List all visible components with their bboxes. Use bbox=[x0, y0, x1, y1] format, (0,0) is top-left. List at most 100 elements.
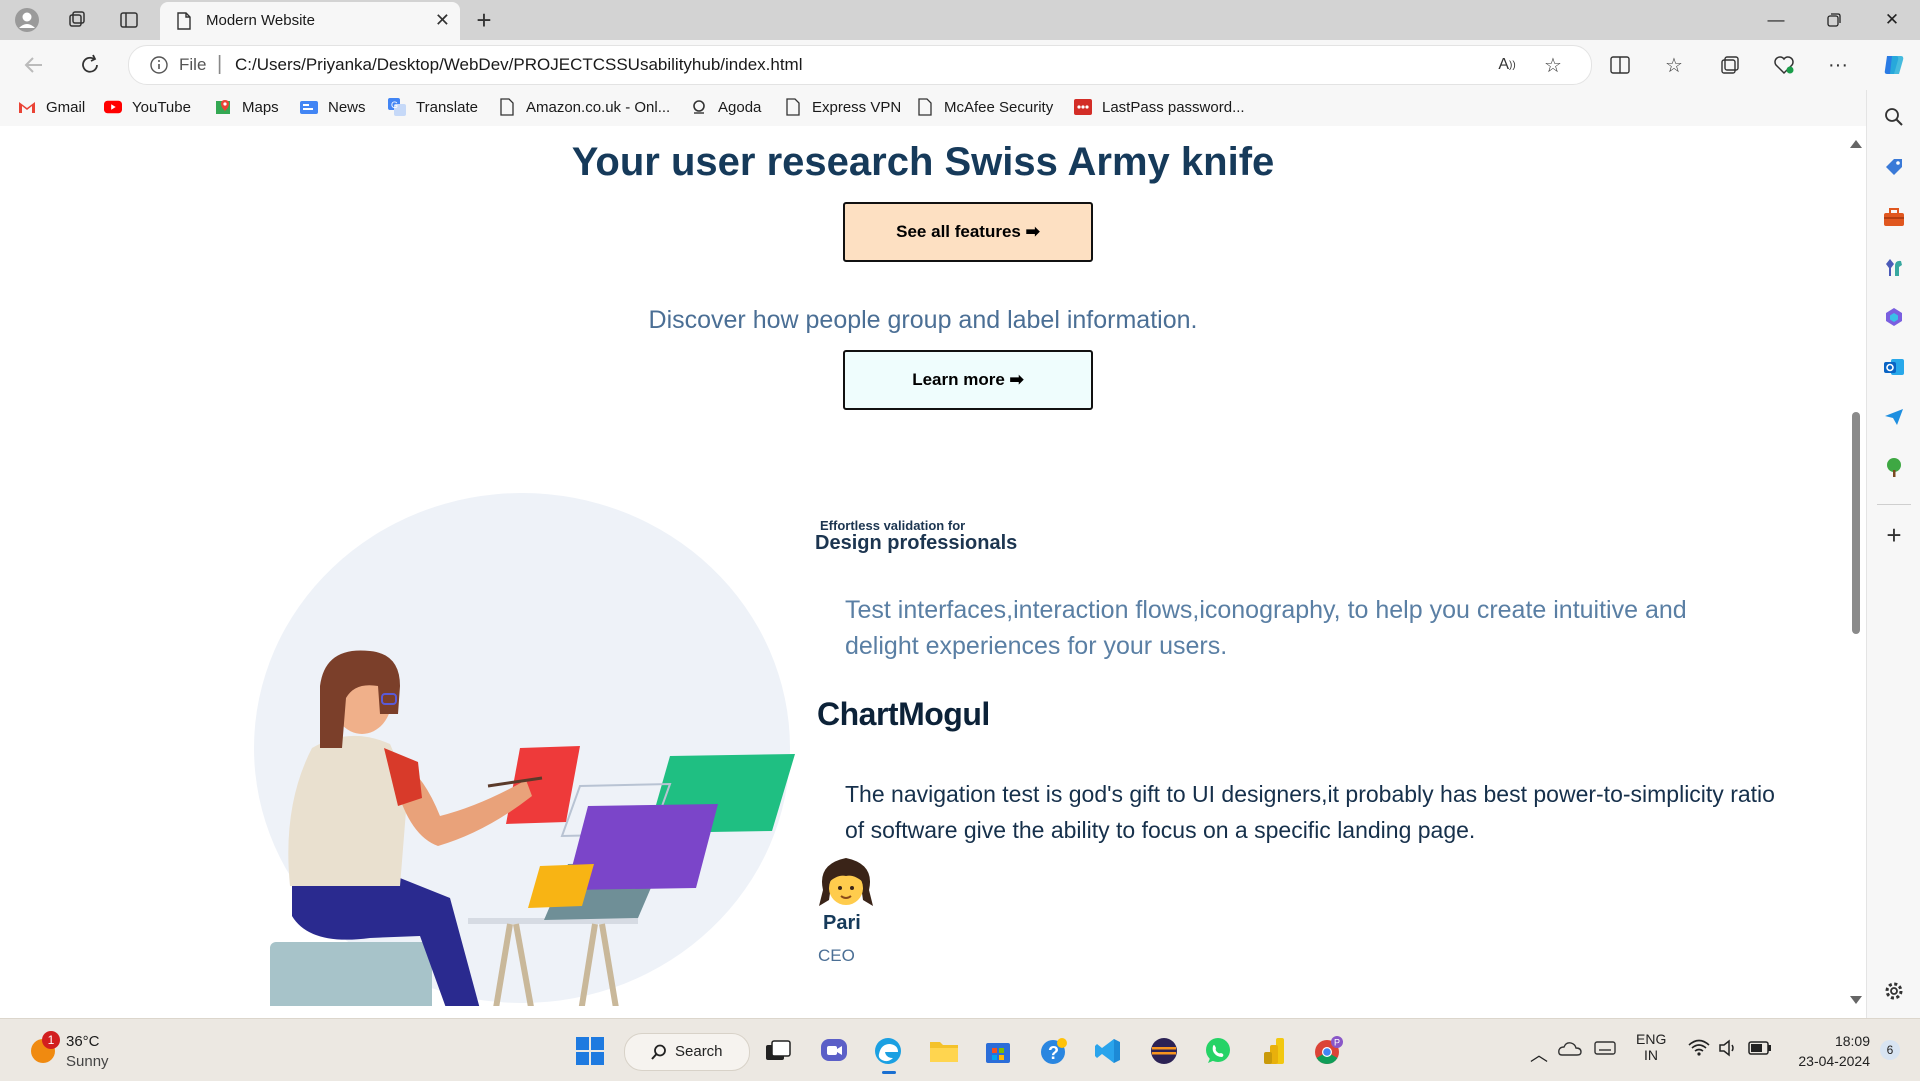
section-description: Test interfaces,interaction flows,iconog… bbox=[845, 596, 1687, 660]
clock-time: 18:09 bbox=[1834, 1033, 1870, 1049]
browser-title-bar: Modern Website ✕ + — ✕ bbox=[0, 0, 1920, 40]
games-icon[interactable] bbox=[1879, 252, 1909, 282]
weather-text: Sunny bbox=[66, 1053, 109, 1070]
favorites-icon[interactable]: ☆ bbox=[1656, 48, 1692, 82]
search-icon[interactable] bbox=[1879, 102, 1909, 132]
maps-icon bbox=[214, 98, 232, 116]
tree-icon[interactable] bbox=[1879, 452, 1909, 482]
vscode-icon[interactable] bbox=[1090, 1033, 1126, 1069]
section-headline: Design professionals bbox=[815, 532, 1018, 554]
hero-title: Your user research Swiss Army knife bbox=[571, 140, 1275, 184]
navigation-bar: File | C:/Users/Priyanka/Desktop/WebDev/… bbox=[0, 40, 1920, 90]
page-icon bbox=[177, 12, 191, 30]
language-indicator[interactable]: ENG IN bbox=[1636, 1031, 1666, 1063]
send-icon[interactable] bbox=[1879, 402, 1909, 432]
refresh-icon[interactable] bbox=[72, 48, 108, 82]
volume-icon[interactable] bbox=[1718, 1039, 1740, 1057]
whatsapp-icon[interactable] bbox=[1200, 1033, 1236, 1069]
vertical-tabs-icon[interactable] bbox=[114, 6, 144, 34]
teams-meet-icon[interactable] bbox=[816, 1033, 852, 1069]
testimonial-quote: The navigation test is god's gift to UI … bbox=[845, 781, 1775, 843]
page-icon bbox=[784, 98, 802, 116]
url-text[interactable]: C:/Users/Priyanka/Desktop/WebDev/PROJECT… bbox=[235, 55, 803, 75]
info-icon[interactable] bbox=[149, 55, 169, 75]
shopping-tag-icon[interactable] bbox=[1879, 152, 1909, 182]
address-bar[interactable]: File | C:/Users/Priyanka/Desktop/WebDev/… bbox=[128, 45, 1592, 85]
keyboard-icon[interactable] bbox=[1594, 1039, 1616, 1057]
news-icon bbox=[300, 98, 318, 116]
eyebrow-text: Effortless validation for bbox=[820, 518, 966, 533]
bookmark-maps[interactable]: Maps bbox=[214, 98, 279, 116]
bookmark-youtube[interactable]: YouTube bbox=[104, 98, 191, 116]
clock[interactable]: 18:09 23-04-2024 bbox=[1780, 1031, 1870, 1071]
workspaces-icon[interactable] bbox=[62, 6, 92, 34]
weather-temp: 36°C bbox=[66, 1033, 100, 1050]
bookmark-news[interactable]: News bbox=[300, 98, 366, 116]
bookmark-agoda[interactable]: Agoda bbox=[690, 98, 761, 116]
onedrive-icon[interactable] bbox=[1558, 1039, 1582, 1059]
split-screen-icon[interactable] bbox=[1602, 48, 1638, 82]
edge-browser-icon[interactable] bbox=[870, 1033, 906, 1074]
help-icon[interactable]: ? bbox=[1036, 1033, 1072, 1069]
taskbar: 1 36°C Sunny Search ? P ︿ ENG IN 18:09 2… bbox=[0, 1018, 1920, 1081]
profile-icon[interactable] bbox=[12, 6, 42, 34]
taskbar-search[interactable]: Search bbox=[624, 1033, 750, 1071]
collections-icon[interactable] bbox=[1712, 48, 1748, 82]
scheme-label: File bbox=[179, 55, 207, 74]
page-icon bbox=[916, 98, 934, 116]
weather-widget[interactable]: 1 36°C Sunny bbox=[24, 1031, 154, 1073]
eclipse-icon[interactable] bbox=[1146, 1033, 1182, 1069]
favorite-star-icon[interactable]: ☆ bbox=[1535, 48, 1571, 82]
bookmark-amazon[interactable]: Amazon.co.uk - Onl... bbox=[498, 98, 670, 116]
browser-essentials-icon[interactable] bbox=[1766, 48, 1802, 82]
brand-logo: ChartMogul bbox=[817, 696, 990, 732]
wifi-icon[interactable] bbox=[1688, 1039, 1710, 1057]
avatar bbox=[819, 858, 873, 906]
task-view-icon[interactable] bbox=[760, 1033, 796, 1069]
youtube-icon bbox=[104, 98, 122, 116]
browser-tab[interactable]: Modern Website ✕ bbox=[160, 2, 460, 40]
more-options-icon[interactable]: ··· bbox=[1820, 48, 1856, 82]
translate-icon: G bbox=[388, 98, 406, 116]
microsoft-365-icon[interactable] bbox=[1879, 302, 1909, 332]
bookmark-express-vpn[interactable]: Express VPN bbox=[784, 98, 901, 116]
svg-text:?: ? bbox=[1048, 1043, 1059, 1063]
back-icon[interactable] bbox=[16, 48, 52, 82]
tools-briefcase-icon[interactable] bbox=[1879, 202, 1909, 232]
chevron-up-icon[interactable]: ︿ bbox=[1530, 1041, 1548, 1067]
see-all-features-button[interactable]: See all features ➡ bbox=[843, 202, 1093, 262]
bookmark-translate[interactable]: G Translate bbox=[388, 98, 478, 116]
notification-badge[interactable]: 6 bbox=[1880, 1040, 1900, 1060]
page-viewport: Your user research Swiss Army knife See … bbox=[0, 126, 1866, 1018]
read-aloud-icon[interactable]: A)) bbox=[1489, 48, 1525, 82]
add-icon[interactable]: + bbox=[1879, 520, 1909, 550]
designer-illustration bbox=[254, 493, 795, 1006]
region-code: IN bbox=[1644, 1047, 1658, 1063]
chrome-icon[interactable]: P bbox=[1310, 1033, 1346, 1069]
file-explorer-icon[interactable] bbox=[926, 1033, 962, 1069]
bookmark-gmail[interactable]: Gmail bbox=[18, 98, 85, 116]
power-bi-icon[interactable] bbox=[1256, 1033, 1292, 1069]
battery-icon[interactable] bbox=[1748, 1041, 1772, 1055]
person-name: Pari bbox=[823, 912, 861, 934]
gmail-icon bbox=[18, 98, 36, 116]
page-scrollbar[interactable] bbox=[1846, 130, 1866, 1014]
learn-more-button[interactable]: Learn more ➡ bbox=[843, 350, 1093, 410]
windows-start-icon[interactable] bbox=[572, 1033, 608, 1069]
close-window-icon[interactable]: ✕ bbox=[1862, 0, 1920, 40]
language-code: ENG bbox=[1636, 1031, 1667, 1047]
tab-title: Modern Website bbox=[206, 12, 315, 29]
minimize-icon[interactable]: — bbox=[1746, 0, 1806, 40]
page-icon bbox=[498, 98, 516, 116]
outlook-icon[interactable] bbox=[1879, 352, 1909, 382]
gear-icon[interactable] bbox=[1879, 976, 1909, 1006]
restore-icon[interactable] bbox=[1804, 0, 1864, 40]
lastpass-icon bbox=[1074, 98, 1092, 116]
discover-text: Discover how people group and label info… bbox=[648, 306, 1198, 334]
bookmark-lastpass[interactable]: LastPass password... bbox=[1074, 98, 1245, 116]
microsoft-store-icon[interactable] bbox=[980, 1033, 1016, 1069]
close-tab-icon[interactable]: ✕ bbox=[435, 10, 450, 31]
copilot-icon[interactable] bbox=[1876, 48, 1912, 82]
new-tab-button[interactable]: + bbox=[468, 4, 500, 36]
bookmark-mcafee[interactable]: McAfee Security bbox=[916, 98, 1053, 116]
